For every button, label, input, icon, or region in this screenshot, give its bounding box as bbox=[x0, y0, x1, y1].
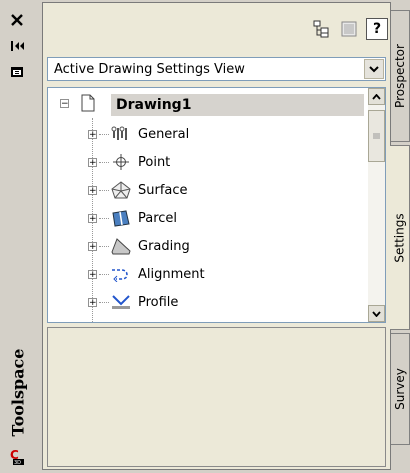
tree-item-label: General bbox=[138, 126, 190, 142]
palette-title-bar: Toolspace C 3D bbox=[0, 0, 42, 473]
tree-item-label: Surface bbox=[138, 182, 188, 198]
expand-icon[interactable]: + bbox=[88, 157, 97, 167]
tree-item-grading[interactable]: + Grading bbox=[88, 236, 190, 256]
chevron-down-icon[interactable] bbox=[364, 59, 384, 79]
chevron-down-icon[interactable] bbox=[368, 305, 385, 322]
autohide-icon[interactable] bbox=[4, 36, 30, 56]
alignment-icon bbox=[111, 265, 131, 283]
view-selector-value: Active Drawing Settings View bbox=[54, 61, 245, 77]
toolspace-panel: ? Active Drawing Settings View − Drawing… bbox=[42, 2, 391, 470]
civil3d-icon: C 3D bbox=[4, 447, 30, 467]
tree-scrollbar[interactable] bbox=[368, 88, 385, 322]
point-icon bbox=[111, 153, 131, 171]
palette-title: Toolspace bbox=[8, 348, 28, 436]
properties-icon[interactable] bbox=[4, 62, 30, 82]
tab-prospector[interactable]: Prospector bbox=[391, 10, 410, 142]
general-settings-icon bbox=[111, 125, 131, 143]
tree-view-icon[interactable] bbox=[310, 18, 332, 40]
expand-icon[interactable]: + bbox=[88, 185, 97, 195]
collapse-icon[interactable]: − bbox=[60, 98, 69, 108]
tree-item-parcel[interactable]: + Parcel bbox=[88, 208, 177, 228]
expand-icon[interactable]: + bbox=[88, 129, 97, 139]
item-view-pane bbox=[47, 327, 386, 467]
help-button[interactable]: ? bbox=[366, 18, 388, 40]
tree-item-point[interactable]: + Point bbox=[88, 152, 170, 172]
chevron-up-icon[interactable] bbox=[368, 88, 385, 105]
expand-icon[interactable]: + bbox=[88, 213, 97, 223]
drawing-icon bbox=[81, 94, 95, 112]
profile-icon bbox=[111, 293, 131, 311]
tree-item-alignment[interactable]: + Alignment bbox=[88, 264, 205, 284]
grading-icon bbox=[111, 237, 131, 255]
expand-icon[interactable]: + bbox=[88, 241, 97, 251]
toolbar: ? bbox=[310, 17, 388, 41]
tab-survey[interactable]: Survey bbox=[391, 333, 410, 445]
view-selector[interactable]: Active Drawing Settings View bbox=[47, 57, 386, 81]
parcel-icon bbox=[111, 209, 131, 227]
svg-text:3D: 3D bbox=[14, 460, 21, 466]
item-view-icon[interactable] bbox=[338, 18, 360, 40]
tree-item-general[interactable]: + General bbox=[88, 124, 189, 144]
scrollbar-thumb[interactable] bbox=[368, 110, 385, 162]
close-icon[interactable] bbox=[4, 10, 30, 30]
tree-item-label: Alignment bbox=[138, 266, 205, 282]
tree-item-label: Point bbox=[138, 154, 171, 170]
tree-item-profile[interactable]: + Profile bbox=[88, 292, 178, 312]
tree-root[interactable]: − bbox=[60, 94, 97, 112]
tree-item-label: Parcel bbox=[138, 210, 178, 226]
tab-settings[interactable]: Settings bbox=[390, 145, 410, 330]
surface-icon bbox=[111, 181, 131, 199]
expand-icon[interactable]: + bbox=[88, 297, 97, 307]
palette-tabs: Prospector Settings Survey bbox=[390, 0, 410, 473]
expand-icon[interactable]: + bbox=[88, 269, 97, 279]
settings-tree[interactable]: − Drawing1 + General + Point + Surface +… bbox=[47, 87, 386, 323]
tree-item-label: Profile bbox=[138, 294, 179, 310]
tree-root-label: Drawing1 bbox=[116, 97, 192, 113]
tree-item-surface[interactable]: + Surface bbox=[88, 180, 188, 200]
tree-item-label: Grading bbox=[138, 238, 190, 254]
